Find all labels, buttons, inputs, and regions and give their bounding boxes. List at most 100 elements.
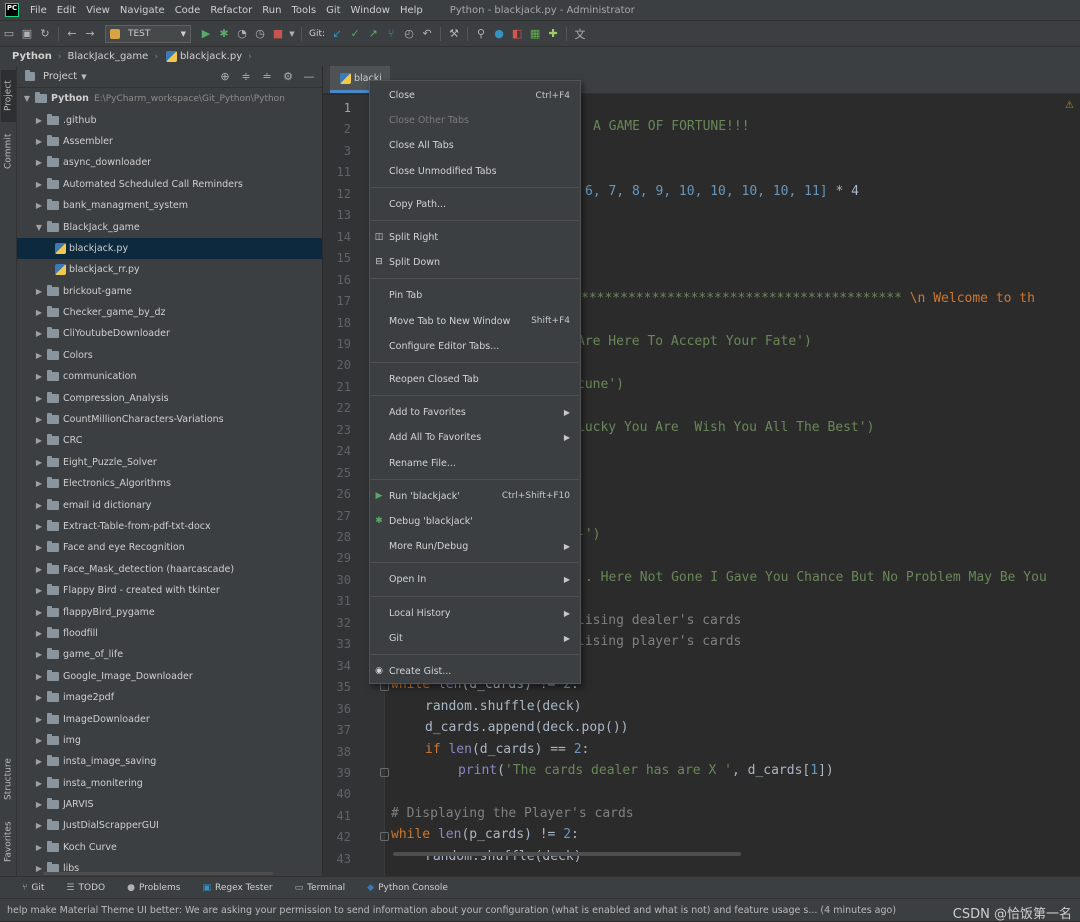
tree-item[interactable]: ▶ Face_Mask_detection (haarcascade): [17, 559, 322, 580]
menu-window[interactable]: Window: [346, 5, 395, 16]
tree-item[interactable]: ▶ Flappy Bird - created with tkinter: [17, 580, 322, 601]
tree-item[interactable]: ▶ floodfill: [17, 623, 322, 644]
bottom-tool-problems[interactable]: ● Problems: [127, 883, 180, 893]
tree-item[interactable]: ▶ Koch Curve: [17, 837, 322, 858]
chevron-right-icon[interactable]: ▶: [33, 372, 45, 381]
chevron-right-icon[interactable]: ▶: [33, 415, 45, 424]
breadcrumb-project[interactable]: Python: [12, 51, 52, 62]
menu-file[interactable]: File: [25, 5, 52, 16]
tree-item[interactable]: ▶ Assembler: [17, 131, 322, 152]
code-line[interactable]: random.shuffle(deck): [425, 849, 582, 864]
menu-item[interactable]: Local History ▶: [370, 601, 580, 626]
chevron-down-icon[interactable]: ▼: [21, 94, 33, 103]
menu-run[interactable]: Run: [257, 5, 286, 16]
tree-item[interactable]: ▶ insta_monitering: [17, 773, 322, 794]
chevron-right-icon[interactable]: ▶: [33, 650, 45, 659]
tree-item[interactable]: ▶ ImageDownloader: [17, 708, 322, 729]
code-line[interactable]: while len(p_cards) != 2:: [391, 827, 579, 842]
tool-tab-commit[interactable]: Commit: [1, 126, 16, 176]
tree-item[interactable]: ▶ CRC: [17, 430, 322, 451]
chevron-right-icon[interactable]: ▶: [33, 715, 45, 724]
chevron-right-icon[interactable]: ▶: [33, 693, 45, 702]
run-configuration-select[interactable]: TEST ▼: [105, 24, 191, 43]
stop-icon[interactable]: ■: [269, 25, 287, 43]
menu-item[interactable]: Close Ctrl+F4: [370, 83, 580, 108]
breadcrumb-folder[interactable]: BlackJack_game: [68, 51, 149, 62]
code-line[interactable]: d_cards.append(deck.pop()): [425, 720, 629, 735]
warning-icon[interactable]: ⚠: [1065, 100, 1074, 111]
save-icon[interactable]: ▣: [18, 25, 36, 43]
tree-item[interactable]: ▼ BlackJack_game: [17, 216, 322, 237]
tree-item[interactable]: ▶ communication: [17, 366, 322, 387]
code-line[interactable]: print('The cards dealer has are X ', d_c…: [458, 763, 834, 778]
chevron-right-icon[interactable]: ▶: [33, 779, 45, 788]
coverage-icon[interactable]: ◔: [233, 25, 251, 43]
tree-item[interactable]: ▶ CountMillionCharacters-Variations: [17, 409, 322, 430]
code-line[interactable]: random.shuffle(deck): [425, 699, 582, 714]
wrench-icon[interactable]: ⚒: [445, 25, 463, 43]
code-line[interactable]: Are Here To Accept Your Fate'): [577, 334, 812, 349]
menu-item[interactable]: More Run/Debug ▶: [370, 534, 580, 559]
chevron-right-icon[interactable]: ▶: [33, 800, 45, 809]
tree-root[interactable]: ▼ Python E:\PyCharm_workspace\Git_Python…: [17, 88, 322, 109]
menu-item[interactable]: Move Tab to New Window Shift+F4: [370, 309, 580, 334]
menu-item[interactable]: Git ▶: [370, 626, 580, 651]
fold-marker-icon[interactable]: [380, 767, 389, 777]
structure-icon[interactable]: ▦: [526, 25, 544, 43]
chevron-down-icon[interactable]: ▼: [81, 73, 86, 81]
menu-item[interactable]: Add All To Favorites ▶: [370, 425, 580, 450]
tree-item[interactable]: ▶ JustDialScrapperGUI: [17, 815, 322, 836]
chevron-right-icon[interactable]: ▶: [33, 158, 45, 167]
tree-item[interactable]: ▶ image2pdf: [17, 687, 322, 708]
chevron-right-icon[interactable]: ▶: [33, 672, 45, 681]
tree-item[interactable]: ▶ Face and eye Recognition: [17, 537, 322, 558]
menu-edit[interactable]: Edit: [52, 5, 81, 16]
chevron-right-icon[interactable]: ▶: [33, 329, 45, 338]
debug-icon[interactable]: ✱: [215, 25, 233, 43]
chevron-right-icon[interactable]: ▶: [33, 116, 45, 125]
menu-code[interactable]: Code: [170, 5, 206, 16]
hide-icon[interactable]: —: [300, 68, 318, 86]
tree-item[interactable]: ▶ game_of_life: [17, 644, 322, 665]
color-picker-icon[interactable]: ●: [490, 25, 508, 43]
chevron-right-icon[interactable]: ▶: [33, 736, 45, 745]
run-icon[interactable]: ▶: [197, 25, 215, 43]
menu-item[interactable]: ⊟ Split Down: [370, 250, 580, 275]
menu-item[interactable]: Close Unmodified Tabs: [370, 159, 580, 184]
menu-item[interactable]: Close All Tabs: [370, 133, 580, 158]
menu-git[interactable]: Git: [321, 5, 345, 16]
tool-tab-project[interactable]: Project: [1, 70, 16, 122]
code-line[interactable]: lising dealer's cards: [577, 613, 741, 628]
chevron-right-icon[interactable]: ▶: [33, 180, 45, 189]
tool-tab-favorites[interactable]: Favorites: [1, 814, 16, 870]
bottom-tool-todo[interactable]: ☰ TODO: [66, 883, 105, 893]
chevron-right-icon[interactable]: ▶: [33, 757, 45, 766]
chevron-right-icon[interactable]: ▶: [33, 137, 45, 146]
chevron-right-icon[interactable]: ▶: [33, 308, 45, 317]
menu-item[interactable]: ✱ Debug 'blackjack': [370, 509, 580, 534]
code-line[interactable]: Lucky You Are Wish You All The Best'): [577, 420, 874, 435]
back-icon[interactable]: ←: [63, 25, 81, 43]
chevron-right-icon[interactable]: ▶: [33, 629, 45, 638]
chevron-right-icon[interactable]: ▶: [33, 458, 45, 467]
profile-icon[interactable]: ◷: [251, 25, 269, 43]
menu-item[interactable]: Copy Path...: [370, 192, 580, 217]
code-line[interactable]: lising player's cards: [577, 634, 741, 649]
bottom-tool-terminal[interactable]: ▭ Terminal: [295, 883, 346, 893]
code-line[interactable]: tune'): [577, 377, 624, 392]
chevron-right-icon[interactable]: ▶: [33, 479, 45, 488]
chevron-right-icon[interactable]: ▶: [33, 201, 45, 210]
collapse-all-icon[interactable]: ≐: [258, 68, 276, 86]
editor-horizontal-scrollbar[interactable]: [393, 852, 741, 856]
code-line[interactable]: ****************************************…: [581, 291, 1035, 306]
bottom-tool-git[interactable]: ⑂ Git: [22, 883, 44, 893]
tree-item[interactable]: ▶ CliYoutubeDownloader: [17, 323, 322, 344]
menu-item[interactable]: Add to Favorites ▶: [370, 400, 580, 425]
menu-item[interactable]: Open In ▶: [370, 567, 580, 592]
menu-tools[interactable]: Tools: [286, 5, 321, 16]
git-push-icon[interactable]: ↗: [364, 25, 382, 43]
rollback-icon[interactable]: ↶: [418, 25, 436, 43]
tool-tab-structure[interactable]: Structure: [1, 750, 16, 808]
tree-item[interactable]: ▶ async_downloader: [17, 152, 322, 173]
search-icon[interactable]: ⚲: [472, 25, 490, 43]
